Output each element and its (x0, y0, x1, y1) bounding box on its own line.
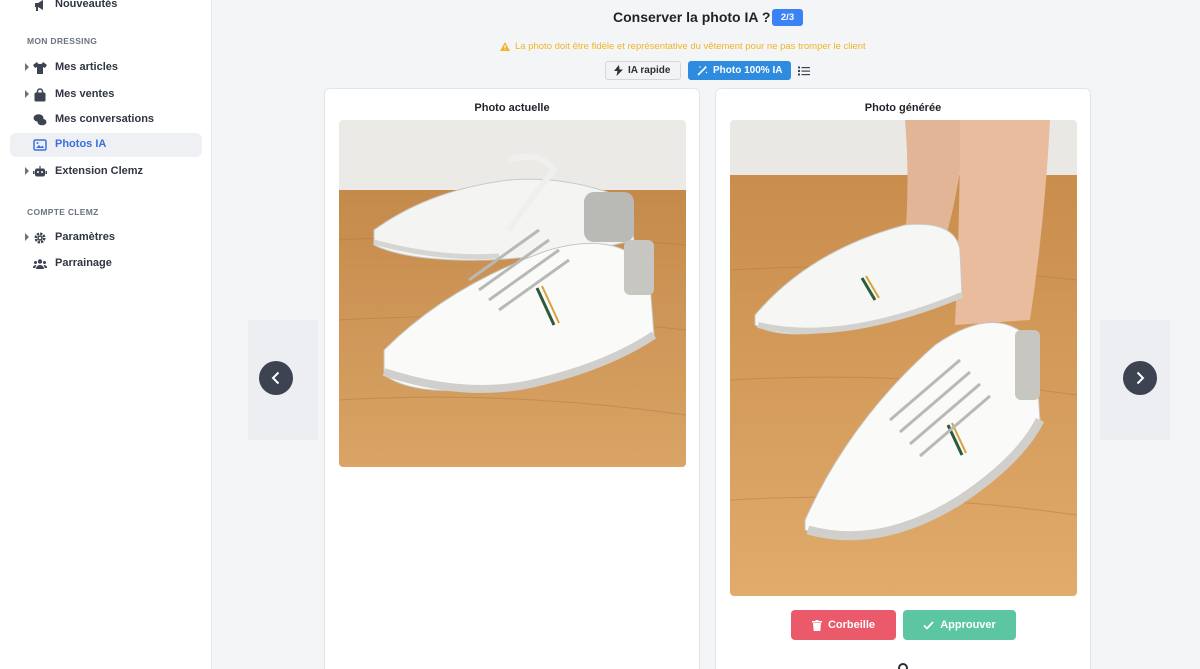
sidebar-item-label: Mes ventes (55, 88, 115, 100)
chevron-right-icon (25, 90, 29, 98)
sidebar-item-parametres[interactable]: Paramètres (10, 226, 202, 250)
sidebar: Nouveautés MON DRESSING Mes articles Mes… (0, 0, 212, 669)
section-title-compte: COMPTE CLEMZ (27, 207, 99, 217)
warning-icon (500, 42, 510, 51)
chevron-right-icon (25, 63, 29, 71)
sidebar-item-parrainage[interactable]: Parrainage (10, 252, 202, 276)
sidebar-item-photos-ia[interactable]: Photos IA (10, 133, 202, 157)
check-icon (923, 620, 934, 630)
bolt-icon (614, 65, 623, 76)
image-icon (33, 139, 47, 151)
megaphone-icon (35, 0, 43, 11)
robot-icon (33, 166, 47, 177)
mode-ia-rapide-button[interactable]: IA rapide (605, 61, 681, 80)
counter-badge: 2/3 (772, 9, 803, 26)
chevron-right-icon (25, 167, 29, 175)
generated-photo-image[interactable] (730, 120, 1077, 596)
page-title: Conserver la photo IA ? (613, 9, 771, 25)
sidebar-item-nouveautes[interactable]: Nouveautés (10, 0, 202, 17)
chat-icon (33, 114, 47, 126)
mode-label: IA rapide (628, 65, 671, 76)
mode-label: Photo 100% IA (713, 65, 783, 76)
current-photo-image[interactable] (339, 120, 686, 467)
mode-photo-100-ia-button[interactable]: Photo 100% IA (688, 61, 791, 80)
sidebar-item-label: Extension Clemz (55, 165, 144, 177)
sidebar-item-mes-ventes[interactable]: Mes ventes (10, 83, 202, 107)
approve-button[interactable]: Approuver (903, 610, 1016, 640)
loading-spinner-icon (898, 663, 908, 669)
sidebar-item-label: Parrainage (55, 257, 112, 269)
generated-photo-card: Photo générée Corbeille Approuver (715, 88, 1091, 669)
trash-icon (811, 619, 822, 631)
magic-wand-icon (697, 65, 708, 76)
warning-message: La photo doit être fidèle et représentat… (500, 41, 866, 52)
list-view-icon[interactable] (797, 64, 811, 78)
current-photo-title: Photo actuelle (474, 102, 550, 114)
chevron-left-icon (271, 371, 280, 385)
sidebar-item-label: Paramètres (55, 231, 115, 243)
warning-text: La photo doit être fidèle et représentat… (515, 41, 866, 52)
section-title-dressing: MON DRESSING (27, 36, 98, 46)
shirt-icon (33, 62, 47, 74)
gear-icon (34, 232, 46, 244)
sidebar-item-label: Nouveautés (55, 0, 118, 10)
sidebar-item-mes-conversations[interactable]: Mes conversations (10, 108, 202, 132)
generated-photo-title: Photo générée (864, 102, 942, 114)
sidebar-item-extension-clemz[interactable]: Extension Clemz (10, 160, 202, 184)
users-icon (33, 259, 47, 269)
sidebar-item-label: Photos IA (55, 138, 107, 150)
trash-button[interactable]: Corbeille (791, 610, 896, 640)
trash-label: Corbeille (827, 619, 876, 631)
approve-label: Approuver (940, 619, 996, 631)
current-photo-card: Photo actuelle (324, 88, 700, 669)
chevron-right-icon (25, 233, 29, 241)
previous-button[interactable] (259, 361, 293, 395)
sidebar-item-mes-articles[interactable]: Mes articles (10, 56, 202, 80)
chevron-right-icon (1136, 371, 1145, 385)
sidebar-item-label: Mes conversations (55, 113, 155, 125)
sidebar-item-label: Mes articles (55, 61, 118, 73)
next-button[interactable] (1123, 361, 1157, 395)
bag-icon (34, 88, 46, 102)
